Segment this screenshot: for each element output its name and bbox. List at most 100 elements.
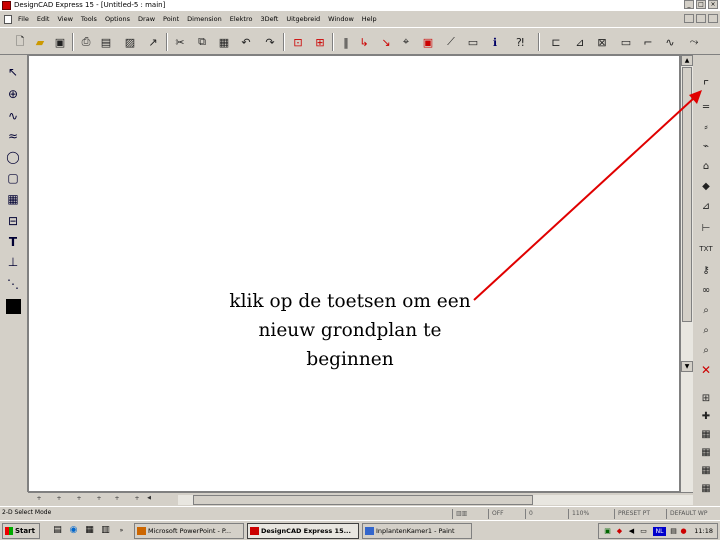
linear-dimension-icon[interactable]: ⊥ xyxy=(4,253,22,271)
view-tab-icon[interactable]: + xyxy=(132,495,142,505)
document-icon[interactable] xyxy=(4,14,12,24)
trim-icon[interactable]: ⊏ xyxy=(548,34,564,50)
text-tool-icon[interactable]: TXT xyxy=(697,240,715,258)
menu-3deft[interactable]: 3Deft xyxy=(256,15,282,23)
view-tab-icon[interactable]: + xyxy=(74,495,84,505)
zoom-window-icon[interactable]: ⌕ xyxy=(697,301,715,319)
vertical-scrollbar[interactable]: ▲ ▼ xyxy=(680,55,693,492)
color-swatch[interactable] xyxy=(4,297,22,315)
save-icon[interactable]: ▣ xyxy=(52,34,68,50)
quicklaunch-more-icon[interactable]: » xyxy=(116,525,127,536)
redraw-icon[interactable]: ⊞ xyxy=(312,34,328,50)
minimize-button[interactable]: _ xyxy=(684,0,694,9)
measure-icon[interactable]: ⊢ xyxy=(697,219,715,237)
menu-draw[interactable]: Draw xyxy=(134,15,159,23)
tray-app-icon[interactable]: ▤ xyxy=(669,527,678,536)
scroll-down-arrow-icon[interactable]: ▼ xyxy=(681,361,693,372)
glasses-icon[interactable]: ∞ xyxy=(697,281,715,299)
menu-view[interactable]: View xyxy=(53,15,76,23)
view-tab-icon[interactable]: + xyxy=(112,495,122,505)
undo-icon[interactable]: ↶ xyxy=(238,34,254,50)
menu-help[interactable]: Help xyxy=(358,15,381,23)
menu-edit[interactable]: Edit xyxy=(33,15,54,23)
drawing-canvas[interactable] xyxy=(28,55,680,492)
info-icon[interactable]: ℹ xyxy=(487,34,503,50)
new-file-icon[interactable]: 🗋 xyxy=(12,34,28,50)
taskbar-powerpoint[interactable]: Microsoft PowerPoint - P... xyxy=(134,523,244,539)
cut-icon[interactable]: ✂ xyxy=(172,34,188,50)
dimension-icon[interactable]: ⊟ xyxy=(4,212,22,230)
rectangle-icon[interactable]: ▢ xyxy=(4,169,22,187)
copy-icon[interactable]: ⧉ xyxy=(194,34,210,50)
dashed-line-icon[interactable]: ⋱ xyxy=(4,275,22,293)
extend-icon[interactable]: ⊿ xyxy=(572,34,588,50)
taskbar-paint[interactable]: InplantenKamer1 - Paint xyxy=(362,523,472,539)
select-arrow-icon[interactable]: ↖ xyxy=(4,63,22,81)
print-preview-icon[interactable]: ▤ xyxy=(98,34,114,50)
open-folder-icon[interactable]: ▰ xyxy=(32,34,48,50)
view-tab-icon[interactable]: + xyxy=(34,495,44,505)
network-icon[interactable]: ▣ xyxy=(603,527,612,536)
stretch-icon[interactable]: ∿ xyxy=(662,34,678,50)
text-icon[interactable]: T xyxy=(4,233,22,251)
taskbar-designcad[interactable]: DesignCAD Express 15... xyxy=(247,523,359,539)
circle-icon[interactable]: ◯ xyxy=(4,148,22,166)
redo-icon[interactable]: ↷ xyxy=(262,34,278,50)
tray-alert-icon[interactable]: ● xyxy=(679,527,688,536)
curve-icon[interactable]: ∿ xyxy=(4,107,22,125)
doc-restore-button[interactable] xyxy=(696,14,706,23)
quicklaunch-icon[interactable]: ▥ xyxy=(100,525,111,536)
pan-icon[interactable]: ⊡ xyxy=(290,34,306,50)
volume-icon[interactable]: ◀ xyxy=(627,527,636,536)
menu-file[interactable]: File xyxy=(14,15,33,23)
explorer-icon[interactable]: ▦ xyxy=(84,525,95,536)
stair-icon[interactable]: ⊿ xyxy=(697,197,715,215)
point-crosshair-icon[interactable]: ⊕ xyxy=(4,85,22,103)
snap-point-icon[interactable]: ⌖ xyxy=(398,34,414,50)
zoom-in-icon[interactable]: ⌕ xyxy=(697,321,715,339)
door-icon[interactable]: ⌁ xyxy=(697,137,715,155)
grid-settings-icon[interactable]: ▦ xyxy=(697,479,715,497)
language-indicator[interactable]: NL xyxy=(653,527,666,536)
erase-icon[interactable]: ▭ xyxy=(618,34,634,50)
angle-icon[interactable]: ⌐ xyxy=(640,34,656,50)
wall-tool-icon[interactable]: ⸗ xyxy=(697,118,715,136)
grid-snap-icon[interactable]: ▦ xyxy=(697,443,715,461)
doc-close-button[interactable] xyxy=(708,14,718,23)
doc-minimize-button[interactable] xyxy=(684,14,694,23)
scroll-left-arrow-icon[interactable]: ◀ xyxy=(144,495,154,505)
window-tool-icon[interactable]: ⌂ xyxy=(697,157,715,175)
vertical-scroll-thumb[interactable] xyxy=(682,67,692,322)
browser-icon[interactable]: ◉ xyxy=(68,525,79,536)
snap-line-icon[interactable]: ↘ xyxy=(378,34,394,50)
select-line-icon[interactable]: ⟋ xyxy=(443,34,459,50)
menu-options[interactable]: Options xyxy=(101,15,134,23)
print-icon[interactable]: ⎙ xyxy=(78,34,94,50)
line-arrow-icon[interactable]: ↳ xyxy=(356,34,372,50)
menu-elektro[interactable]: Elektro xyxy=(226,15,257,23)
import-icon[interactable]: ↗ xyxy=(145,34,161,50)
window-icon[interactable]: ▭ xyxy=(465,34,481,50)
grid-icon[interactable]: ▦ xyxy=(697,425,715,443)
hatch-icon[interactable]: ▦ xyxy=(4,190,22,208)
menu-uitgebreid[interactable]: Uitgebreid xyxy=(282,15,324,23)
zoom-out-icon[interactable]: ⌕ xyxy=(697,341,715,359)
properties-icon[interactable]: ▨ xyxy=(122,34,138,50)
menu-point[interactable]: Point xyxy=(159,15,183,23)
horizontal-scroll-thumb[interactable] xyxy=(193,495,533,505)
menu-dimension[interactable]: Dimension xyxy=(183,15,226,23)
delete-segment-icon[interactable]: ⊠ xyxy=(594,34,610,50)
cancel-icon[interactable]: ✕ xyxy=(697,361,715,379)
menu-tools[interactable]: Tools xyxy=(77,15,101,23)
key-icon[interactable]: ⚷ xyxy=(697,261,715,279)
scroll-up-arrow-icon[interactable]: ▲ xyxy=(681,55,693,66)
view-tab-icon[interactable]: + xyxy=(54,495,64,505)
wall-icon[interactable]: ═ xyxy=(697,98,715,116)
help-pointer-icon[interactable]: ⁈ xyxy=(512,34,528,50)
spline-icon[interactable]: ≈ xyxy=(4,127,22,145)
new-floorplan-icon[interactable]: ⌜ xyxy=(697,77,715,95)
add-icon[interactable]: ✚ xyxy=(697,407,715,425)
start-button[interactable]: Start xyxy=(2,523,40,539)
offset-icon[interactable]: ⤳ xyxy=(686,34,702,50)
menu-window[interactable]: Window xyxy=(324,15,358,23)
